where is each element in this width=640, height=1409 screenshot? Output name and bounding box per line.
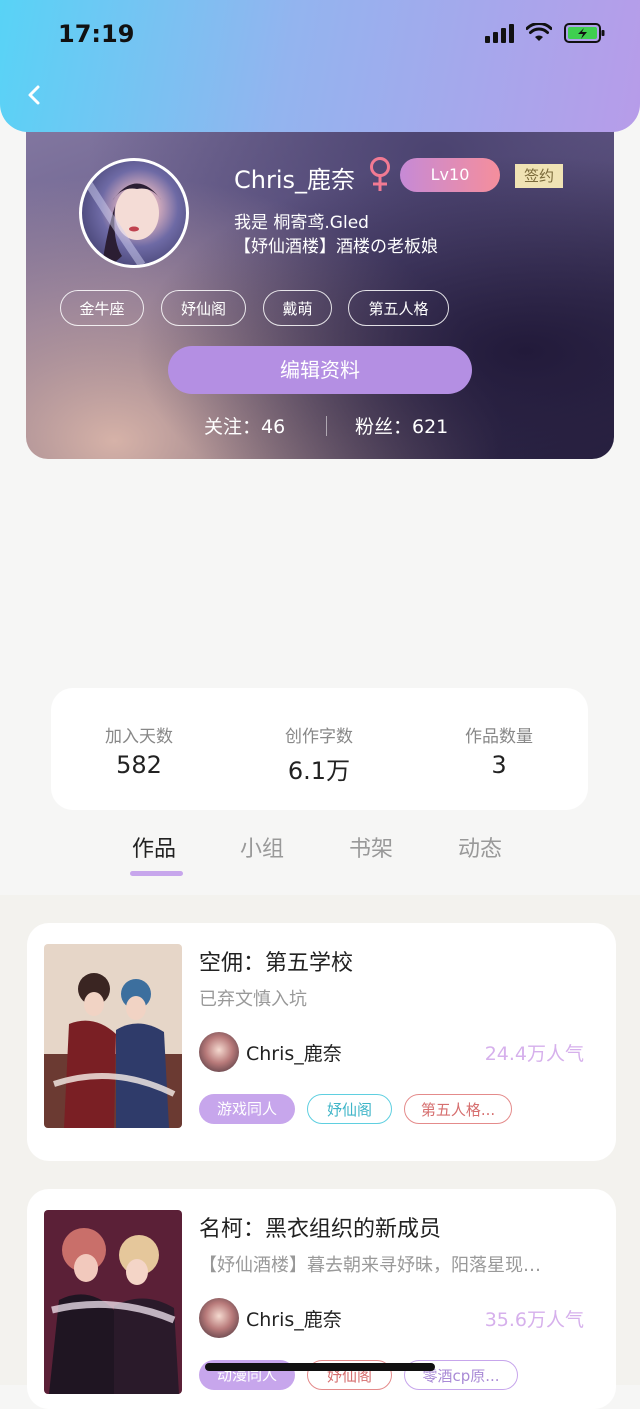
followers-count[interactable]: 粉丝：621: [355, 412, 448, 439]
stat-label: 创作字数: [285, 727, 353, 747]
tab-bookshelf[interactable]: 书架: [349, 831, 393, 863]
content-tabs: 作品 小组 书架 动态: [0, 825, 640, 895]
work-title[interactable]: 名柯：黑衣组织的新成员: [199, 1211, 441, 1243]
follow-stats: 关注：46 粉丝：621: [26, 412, 614, 442]
work-author[interactable]: Chris_鹿奈: [246, 1039, 342, 1066]
top-header: 17:19: [0, 0, 640, 132]
work-card[interactable]: 名柯：黑衣组织的新成员 【妤仙酒楼】暮去朝来寻妤昧，阳落星现… Chris_鹿奈…: [27, 1189, 616, 1409]
stat-works-count: 作品数量 3: [419, 722, 579, 779]
bio-line-1: 我是 桐寄鸢.Gled: [234, 213, 369, 233]
stat-word-count: 创作字数 6.1万: [239, 722, 399, 786]
profile-card: Chris_鹿奈 Lv10 签约 我是 桐寄鸢.Gled 【妤仙酒楼】酒楼の老板…: [26, 100, 614, 459]
stat-label: 加入天数: [105, 727, 173, 747]
active-tab-indicator: [130, 871, 183, 876]
back-arrow-icon[interactable]: [24, 84, 46, 106]
home-indicator[interactable]: [205, 1363, 435, 1371]
tab-groups[interactable]: 小组: [240, 831, 284, 863]
work-cover-image[interactable]: [44, 1210, 182, 1394]
signed-badge: 签约: [515, 164, 563, 188]
wifi-icon: [526, 23, 552, 41]
work-cover-image[interactable]: [44, 944, 182, 1128]
work-card[interactable]: 空佣：第五学校 已弃文慎入坑 Chris_鹿奈 24.4万人气 游戏同人 妤仙阁…: [27, 923, 616, 1161]
profile-tag[interactable]: 金牛座: [60, 290, 144, 326]
work-title[interactable]: 空佣：第五学校: [199, 945, 353, 977]
female-gender-icon: [370, 157, 390, 191]
divider: [326, 416, 327, 436]
work-author[interactable]: Chris_鹿奈: [246, 1305, 342, 1332]
stat-value: 582: [116, 751, 162, 779]
following-count[interactable]: 关注：46: [204, 412, 285, 439]
work-popularity: 35.6万人气: [484, 1309, 584, 1331]
profile-username: Chris_鹿奈: [234, 166, 356, 194]
profile-tag[interactable]: 戴萌: [263, 290, 332, 326]
cellular-signal-icon: [485, 23, 514, 43]
stat-label: 作品数量: [465, 727, 533, 747]
level-badge: Lv10: [400, 158, 500, 192]
work-subtitle: 已弃文慎入坑: [199, 989, 307, 1010]
tab-works[interactable]: 作品: [132, 831, 176, 863]
tab-activity[interactable]: 动态: [458, 831, 502, 863]
profile-tag[interactable]: 妤仙阁: [161, 290, 246, 326]
stat-value: 6.1万: [287, 757, 351, 785]
stat-join-days: 加入天数 582: [59, 722, 219, 779]
profile-avatar[interactable]: [79, 158, 189, 268]
profile-tag[interactable]: 第五人格: [348, 290, 449, 326]
work-subtitle: 【妤仙酒楼】暮去朝来寻妤昧，阳落星现…: [199, 1255, 541, 1276]
work-popularity: 24.4万人气: [484, 1043, 584, 1065]
status-icons: [485, 22, 606, 44]
work-tag[interactable]: 游戏同人: [199, 1094, 295, 1124]
battery-icon: [564, 23, 605, 43]
stat-value: 3: [491, 751, 507, 779]
status-time: 17:19: [58, 20, 135, 48]
work-tag[interactable]: 第五人格...: [404, 1094, 512, 1124]
bio-line-2: 【妤仙酒楼】酒楼の老板娘: [234, 237, 438, 257]
work-tag[interactable]: 妤仙阁: [307, 1094, 392, 1124]
author-avatar[interactable]: [199, 1298, 239, 1338]
stats-card: 加入天数 582 创作字数 6.1万 作品数量 3: [51, 688, 588, 810]
author-avatar[interactable]: [199, 1032, 239, 1072]
edit-profile-button[interactable]: 编辑资料: [168, 346, 472, 394]
